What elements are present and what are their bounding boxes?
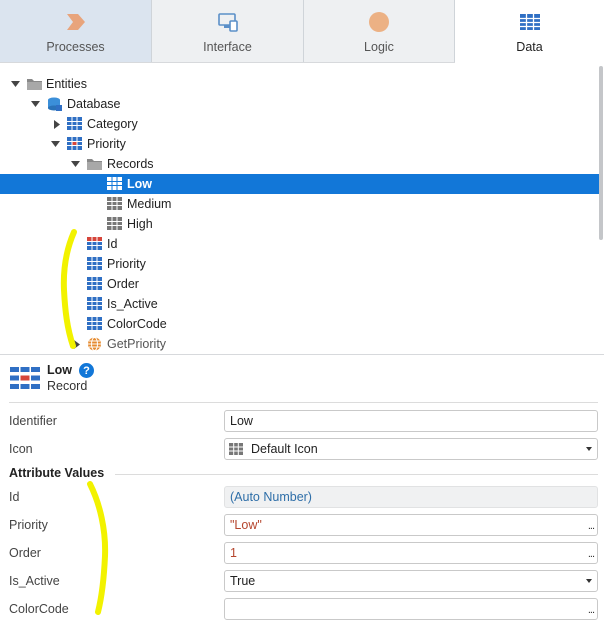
tree-item-attr-order[interactable]: Order	[0, 274, 600, 294]
tree-item-attr-is-active[interactable]: Is_Active	[0, 294, 600, 314]
tree-item-label: ColorCode	[107, 317, 167, 331]
tree-item-record-medium[interactable]: Medium	[0, 194, 600, 214]
tab-interface[interactable]: Interface	[152, 0, 304, 62]
processes-icon	[64, 10, 88, 34]
tree-item-label: Low	[127, 177, 152, 191]
data-icon	[518, 10, 542, 34]
entity-action-icon	[87, 337, 101, 351]
tab-processes[interactable]: Processes	[0, 0, 152, 62]
is-active-label: Is_Active	[9, 574, 60, 588]
tree-item-label: GetPriority	[107, 337, 167, 351]
tree-item-database[interactable]: Database	[0, 94, 600, 114]
expand-arrow-icon[interactable]	[70, 159, 80, 169]
attribute-values-heading: Attribute Values	[9, 466, 105, 480]
expression-editor-button[interactable]: ...	[588, 520, 595, 532]
tree-scrollbar[interactable]	[599, 66, 603, 240]
identifier-label: Identifier	[9, 414, 57, 428]
static-entity-icon	[67, 137, 82, 151]
help-icon[interactable]: ?	[79, 363, 94, 378]
colorcode-label: ColorCode	[9, 602, 69, 616]
record-icon	[107, 177, 122, 191]
attribute-icon	[87, 257, 102, 271]
tree-item-record-high[interactable]: High	[0, 214, 600, 234]
tree-item-attr-colorcode[interactable]: ColorCode	[0, 314, 600, 334]
identifier-value: Low	[230, 414, 253, 428]
tab-data[interactable]: Data	[455, 0, 604, 63]
section-divider	[115, 474, 598, 475]
order-field[interactable]: 1 ...	[224, 542, 598, 564]
priority-field[interactable]: "Low" ...	[224, 514, 598, 536]
priority-value: "Low"	[230, 518, 262, 532]
icon-select[interactable]: Default Icon	[224, 438, 598, 460]
id-field: (Auto Number)	[224, 486, 598, 508]
tab-label: Interface	[203, 40, 252, 54]
is-active-select[interactable]: True	[224, 570, 598, 592]
tree-item-label: Priority	[87, 137, 126, 151]
is-active-value: True	[230, 574, 256, 588]
expand-arrow-icon[interactable]	[50, 139, 60, 149]
chevron-down-icon	[586, 579, 592, 583]
attribute-icon	[87, 297, 102, 311]
colorcode-field[interactable]: ...	[224, 598, 598, 620]
icon-value: Default Icon	[251, 442, 318, 456]
tree-item-label: High	[127, 217, 153, 231]
tree-item-records[interactable]: Records	[0, 154, 600, 174]
record-icon	[107, 197, 122, 211]
tree-item-attr-id[interactable]: Id	[0, 234, 600, 254]
id-value: (Auto Number)	[230, 490, 312, 504]
tab-label: Processes	[46, 40, 105, 54]
properties-subtitle: Record	[47, 379, 88, 393]
properties-header: Low ? Record	[0, 354, 604, 403]
collapsed-arrow-icon[interactable]	[72, 339, 82, 349]
order-value: 1	[230, 546, 237, 560]
expand-arrow-icon[interactable]	[10, 79, 20, 89]
tree-item-record-low[interactable]: Low	[0, 174, 600, 194]
tree-item-label: Records	[107, 157, 154, 171]
default-record-icon	[229, 443, 243, 455]
tree-item-action-getpriority[interactable]: GetPriority	[0, 334, 600, 354]
attribute-icon	[87, 277, 102, 291]
tree-item-label: Order	[107, 277, 139, 291]
priority-label: Priority	[9, 518, 48, 532]
tab-bar: Processes Interface Logic Data	[0, 0, 604, 63]
tree-item-label: Entities	[46, 77, 87, 91]
tab-logic[interactable]: Logic	[304, 0, 455, 62]
interface-icon	[216, 10, 240, 34]
folder-icon	[87, 157, 102, 171]
expression-editor-button[interactable]: ...	[588, 604, 595, 616]
identifier-attribute-icon	[87, 237, 102, 251]
expand-arrow-icon[interactable]	[30, 99, 40, 109]
tab-label: Data	[516, 40, 543, 54]
tree-item-label: Id	[107, 237, 118, 251]
tree-item-entities[interactable]: Entities	[0, 74, 600, 94]
tree-item-priority[interactable]: Priority	[0, 134, 600, 154]
data-tree: Entities Database Category Priority Reco…	[0, 64, 600, 354]
tree-item-label: Priority	[107, 257, 146, 271]
icon-label: Icon	[9, 442, 33, 456]
tree-item-label: Medium	[127, 197, 172, 211]
entity-icon	[67, 117, 82, 131]
tree-item-category[interactable]: Category	[0, 114, 600, 134]
record-icon	[107, 217, 122, 231]
folder-icon	[27, 77, 42, 91]
tree-item-attr-priority[interactable]: Priority	[0, 254, 600, 274]
id-label: Id	[9, 490, 20, 504]
collapsed-arrow-icon[interactable]	[52, 119, 62, 129]
divider	[9, 402, 598, 403]
record-large-icon	[10, 367, 40, 392]
order-label: Order	[9, 546, 41, 560]
tab-label: Logic	[364, 40, 394, 54]
logic-icon	[367, 10, 391, 34]
chevron-down-icon	[586, 447, 592, 451]
expression-editor-button[interactable]: ...	[588, 548, 595, 560]
attribute-icon	[87, 317, 102, 331]
highlighter-stroke-bottom	[87, 481, 109, 615]
properties-title: Low	[47, 363, 72, 377]
tree-item-label: Database	[67, 97, 121, 111]
identifier-field[interactable]: Low	[224, 410, 598, 432]
tree-item-label: Is_Active	[107, 297, 158, 311]
database-icon	[47, 97, 62, 111]
tree-item-label: Category	[87, 117, 138, 131]
